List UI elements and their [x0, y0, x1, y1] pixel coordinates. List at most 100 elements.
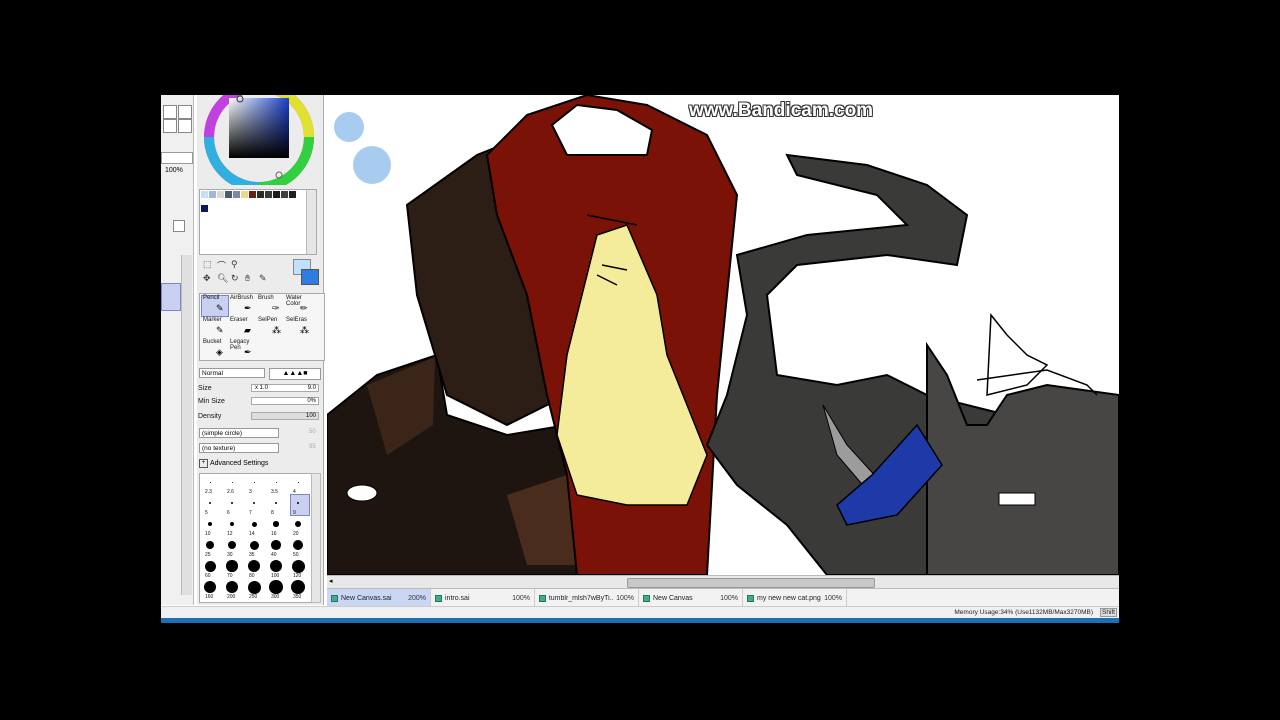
move-icon[interactable]: ✥ — [203, 273, 211, 284]
swatch-scrollbar[interactable] — [306, 190, 316, 254]
brush-size-dot[interactable] — [231, 502, 233, 504]
brush-size-dot[interactable] — [297, 502, 299, 504]
brush-texture-dropdown[interactable]: (no texture) — [199, 443, 279, 453]
brush-size-label: 60 — [205, 573, 211, 579]
brush-size-dot[interactable] — [247, 580, 261, 594]
size-slider[interactable]: x 1.0 9.0 — [251, 384, 319, 392]
brush-shape-dropdown[interactable]: (simple circle) — [199, 428, 279, 438]
horizontal-scrollbar[interactable]: ◂ — [327, 575, 1119, 588]
brush-size-dot[interactable] — [291, 580, 305, 594]
brush-size-dot[interactable] — [273, 521, 279, 527]
brush-size-dot[interactable] — [253, 502, 255, 504]
tool-selpen-label[interactable]: SelPen — [258, 317, 277, 323]
tool-selers-label[interactable]: SelEras — [286, 317, 307, 323]
brush-size-dot[interactable] — [209, 481, 211, 483]
brush-shape-selector[interactable]: ▲▲▲■ — [269, 368, 321, 380]
tool-bucket-label[interactable]: Bucket — [203, 339, 221, 345]
min-size-slider[interactable]: 0% — [251, 397, 319, 405]
brush-size-dot[interactable] — [271, 540, 281, 550]
canvas-icon — [643, 594, 650, 602]
tool-airbrush-label[interactable]: AirBrush — [230, 295, 253, 301]
brush-size-grid[interactable]: 2.3 2.6 3 3.5 4 5 6 7 8 9 10 12 14 16 20 25 30 35 40 50 60 70… — [199, 473, 315, 603]
brush-size-dot[interactable] — [204, 560, 216, 572]
bandicam-watermark: www.Bandicam.com — [689, 100, 874, 121]
brush-size-dot[interactable] — [227, 540, 237, 550]
brush-size-dot[interactable] — [204, 581, 216, 593]
layer-new-button[interactable] — [173, 220, 185, 232]
brush-size-dot[interactable] — [275, 502, 277, 504]
color-wheel[interactable] — [203, 95, 315, 185]
brush-size-dot[interactable] — [248, 560, 260, 572]
scroll-left-icon[interactable]: ◂ — [329, 577, 333, 585]
canvas-tabbar: New Canvas.sai 200% intro.sai 100% tumbl… — [327, 588, 1119, 607]
magic-wand-icon[interactable]: ⚲ — [231, 259, 238, 270]
bucket-icon: ◈ — [216, 347, 223, 357]
brush-size-label: 4 — [293, 489, 296, 495]
drawing-canvas[interactable]: www.Bandicam.com — [327, 95, 1119, 575]
tool-panel: ⬚ ⌒ ⚲ ✥ 🔍︎ ↻ ✋︎ ✎ Pencil AirBrush Brush … — [197, 95, 325, 605]
brush-size-dot[interactable] — [253, 481, 255, 483]
eyedropper-icon[interactable]: ✎ — [259, 273, 267, 284]
lasso-icon[interactable]: ⌒ — [217, 259, 226, 272]
brush-size-dot[interactable] — [269, 580, 283, 594]
min-size-value: 0% — [307, 398, 316, 404]
brush-size-dot[interactable] — [291, 559, 305, 573]
rotate-icon[interactable]: ↻ — [231, 273, 239, 284]
rect-select-icon[interactable]: ⬚ — [203, 259, 212, 270]
layer-panel-strip: 100% — [161, 95, 194, 605]
brush-grid-scrollbar[interactable] — [311, 473, 321, 603]
tool-marker-label[interactable]: Marker — [203, 317, 222, 323]
canvas-icon — [539, 594, 546, 602]
tool-brush-label[interactable]: Brush — [258, 295, 274, 301]
advanced-settings-toggle[interactable]: + Advanced Settings — [199, 459, 268, 468]
layer-item-selected[interactable] — [161, 283, 181, 311]
tool-eraser-label[interactable]: Eraser — [230, 317, 248, 323]
brush-size-label: 200 — [227, 594, 236, 600]
brush-tool-grid: Pencil AirBrush Brush Water Color Marker… — [199, 293, 325, 361]
marker-icon: ✎ — [216, 325, 224, 335]
color-swatch-grid[interactable] — [199, 189, 317, 255]
tab-tumblr[interactable]: tumblr_mlsh7wByTi... 100% — [535, 589, 639, 607]
foreground-color-swatch[interactable] — [301, 269, 319, 285]
blend-mode-dropdown[interactable]: Normal — [199, 368, 265, 378]
tab-new-canvas-sai[interactable]: New Canvas.sai 200% — [327, 589, 431, 607]
tab-name: tumblr_mlsh7wByTi... — [548, 594, 614, 602]
brush-size-label: 25 — [205, 552, 211, 558]
brush-size-dot[interactable] — [249, 540, 259, 550]
zoom-icon[interactable]: 🔍︎ — [217, 273, 228, 284]
brush-size-label: 50 — [293, 552, 299, 558]
brush-size-dot[interactable] — [226, 560, 238, 572]
navigator-button[interactable] — [163, 105, 177, 119]
legacy-pen-icon: ✒ — [244, 347, 252, 357]
hand-icon[interactable]: ✋︎ — [245, 273, 250, 284]
density-slider[interactable]: 100 — [251, 412, 319, 420]
tab-new-canvas[interactable]: New Canvas 100% — [639, 589, 743, 607]
swatch-row — [200, 190, 316, 199]
brush-size-dot[interactable] — [275, 481, 277, 483]
size-value: 9.0 — [307, 385, 316, 391]
tool-pencil-label: Pencil — [203, 295, 220, 301]
brush-size-dot[interactable] — [297, 481, 299, 483]
brush-size-label: 250 — [249, 594, 258, 600]
brush-size-dot[interactable] — [293, 540, 303, 550]
tab-intro-sai[interactable]: intro.sai 100% — [431, 589, 535, 607]
brush-size-dot[interactable] — [206, 541, 214, 549]
brush-size-dot[interactable] — [208, 522, 212, 526]
navigator-button-4[interactable] — [178, 119, 192, 133]
zoom-dropdown[interactable] — [161, 152, 193, 164]
scrollbar-thumb[interactable] — [627, 578, 875, 588]
brush-size-dot[interactable] — [269, 559, 283, 573]
layer-scrollbar[interactable] — [181, 255, 192, 595]
brush-size-dot[interactable] — [231, 481, 233, 483]
brush-size-dot[interactable] — [251, 521, 257, 527]
tab-my-new-new-cat[interactable]: my new new cat.png 100% — [743, 589, 847, 607]
brush-size-label: 20 — [293, 531, 299, 537]
brush-size-label: 40 — [271, 552, 277, 558]
brush-size-dot[interactable] — [229, 521, 235, 527]
brush-size-dot[interactable] — [295, 521, 301, 527]
brush-size-dot[interactable] — [225, 580, 239, 594]
navigator-button-2[interactable] — [178, 105, 192, 119]
brush-size-label: 5 — [205, 510, 208, 516]
navigator-button-3[interactable] — [163, 119, 177, 133]
brush-size-dot[interactable] — [209, 502, 211, 504]
